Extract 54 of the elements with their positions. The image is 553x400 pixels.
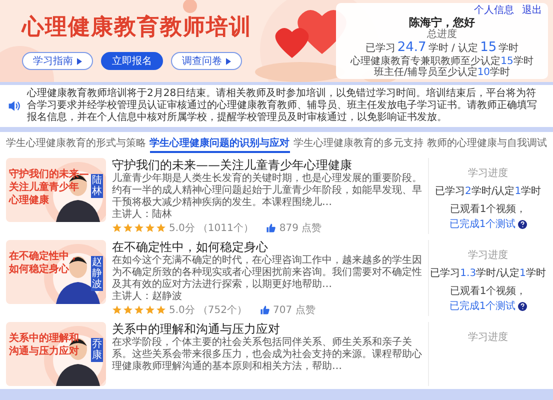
course-progress-text: 已学习 1.3学时/认定1学时 (429, 266, 547, 280)
lecturer-tag: 乔康 (91, 338, 103, 362)
lecturer-name: 主讲人：赵静波 (112, 291, 183, 303)
like-count: 879 点赞 (279, 222, 322, 234)
rating-score: 5.0分 (169, 222, 195, 234)
requirement-text: 心理健康教育专兼职教师至少认定15学时 (349, 56, 534, 67)
course-description: 在求学阶段，个体主要的社会关系包括同伴关系、师生关系和亲子关系。这些关系会带来很多压力，也会成为社会支持的来源。课程帮助心理健康教师理解沟通的基本原则和相关方法，帮助… (112, 337, 422, 373)
course-progress-text: 已学习2学时/认定1学时 (434, 184, 542, 198)
lecturer-tag: 陆林 (91, 174, 103, 198)
category-tab[interactable]: 学生心理健康教育的形式与策略 (6, 136, 146, 153)
user-link[interactable]: 退出 (522, 5, 542, 16)
user-greeting: 陈海宁，您好 (408, 16, 476, 29)
progress-label: 学习进度 (467, 166, 509, 180)
test-link[interactable]: 已完成1个测试 (449, 217, 516, 231)
requirement-text: 班主任/辅导员至少认定10学时 (372, 67, 512, 78)
help-icon[interactable] (518, 302, 527, 310)
thumbs-up-icon[interactable] (266, 222, 276, 232)
like-count: 707 点赞 (273, 304, 316, 316)
banner-button[interactable]: 调查问卷 (171, 52, 242, 70)
play-icon (226, 58, 231, 64)
banner-button[interactable]: 学习指南 (22, 52, 93, 70)
course-title[interactable]: 守护我们的未来——关注儿童青少年心理健康 (112, 158, 422, 173)
rating-count: （1011个） (198, 222, 254, 234)
progress-label: 学习进度 (467, 330, 509, 344)
total-progress-text: 已学习 24.7 学时 / 认定 15 学时 (364, 40, 520, 56)
category-tab[interactable]: 教师的心理健康与自我调试 (426, 136, 547, 153)
notice-text: 心理健康教育教师培训将于2月28日结束。请相关教师及时参加培训，以免错过学习时间。培训结束后，平台将为符合学习要求并经学校管理员认证审核通过的心理健康教育教师、辅导员、班主任发放电子学习证书。请教师正确填写报名信息，并在个人信息中核对所属学校，提醒学校管理员及时审核通过，以免影响证书发放。 (27, 88, 538, 124)
thumbnail-caption: 心理健康 (9, 194, 50, 207)
category-tab[interactable]: 学生心理健康教育的多元支持 (293, 136, 424, 153)
thumbnail-caption: 如何稳定身心 (9, 263, 70, 276)
thumbnail-caption: 关注儿童青少年 (9, 181, 80, 194)
help-icon[interactable] (518, 220, 527, 228)
category-tab[interactable]: 学生心理健康问题的识别与应对 (150, 136, 290, 153)
play-icon (77, 58, 82, 64)
speaker-icon (8, 100, 21, 112)
test-link[interactable]: 已完成1个测试 (449, 299, 516, 313)
course-title[interactable]: 在不确定性中，如何稳定身心 (112, 240, 422, 255)
watched-text: 已观看1个视频， (450, 202, 526, 216)
course-description: 儿童青少年期是人类生长发育的关键时期，也是心理发展的重要阶段。约有一半的成人精神心理问题起始于儿童青少年阶段，如能早发现、早干预将极大减少精神疾病的发生。本课程围绕儿… (112, 173, 422, 208)
lecturer-name: 主讲人：陆林 (112, 209, 173, 221)
watched-text: 已观看1个视频， (450, 284, 526, 298)
progress-label: 学习进度 (467, 248, 509, 262)
user-link[interactable]: 个人信息 (474, 5, 514, 16)
rating-count: （752个） (198, 304, 247, 316)
banner-button[interactable]: 立即报名 (101, 52, 163, 70)
thumbnail-caption: 沟通与压力应对 (9, 345, 79, 358)
thumbnail-caption: 在不确定性中， (9, 250, 79, 263)
thumbs-up-icon[interactable] (260, 304, 270, 314)
course-description: 在如今这个充满不确定的时代，在心理咨询工作中，越来越多的学生因为不确定所致的各种现实或者心理困扰前来咨询。我们需要对不确定性及其有效的应对方法进行探索，以期更好地帮助… (112, 255, 422, 290)
rating-score: 5.0分 (169, 304, 195, 316)
banner-title: 心理健康教育教师培训 (22, 14, 252, 42)
lecturer-tag: 赵静波 (91, 256, 103, 291)
course-title[interactable]: 关系中的理解和沟通与压力应对 (112, 322, 422, 337)
progress-label: 总进度 (426, 29, 458, 40)
